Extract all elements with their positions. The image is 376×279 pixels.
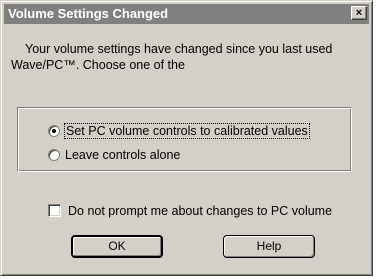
volume-settings-dialog: Volume Settings Changed × Your volume se…	[0, 0, 373, 276]
dont-prompt-label: Do not prompt me about changes to PC vol…	[68, 204, 333, 218]
radio-button-unchecked[interactable]	[48, 149, 60, 161]
help-button[interactable]: Help	[223, 235, 315, 258]
dont-prompt-checkbox[interactable]	[48, 204, 61, 217]
radio-label-set-calibrated: Set PC volume controls to calibrated val…	[64, 123, 310, 139]
close-icon: ×	[355, 7, 363, 19]
ok-button[interactable]: OK	[71, 235, 163, 258]
close-button[interactable]: ×	[351, 6, 367, 20]
radio-dot-icon	[52, 129, 56, 133]
message-line-1: Your volume settings have changed since …	[25, 42, 333, 56]
window-title: Volume Settings Changed	[8, 6, 169, 21]
message-line-2: Wave/PC™. Choose one of the	[11, 58, 185, 72]
radio-button-checked[interactable]	[48, 125, 60, 137]
title-bar[interactable]: Volume Settings Changed ×	[4, 4, 369, 24]
radio-label-leave-alone: Leave controls alone	[65, 148, 181, 162]
message-text: Your volume settings have changed since …	[11, 41, 361, 73]
